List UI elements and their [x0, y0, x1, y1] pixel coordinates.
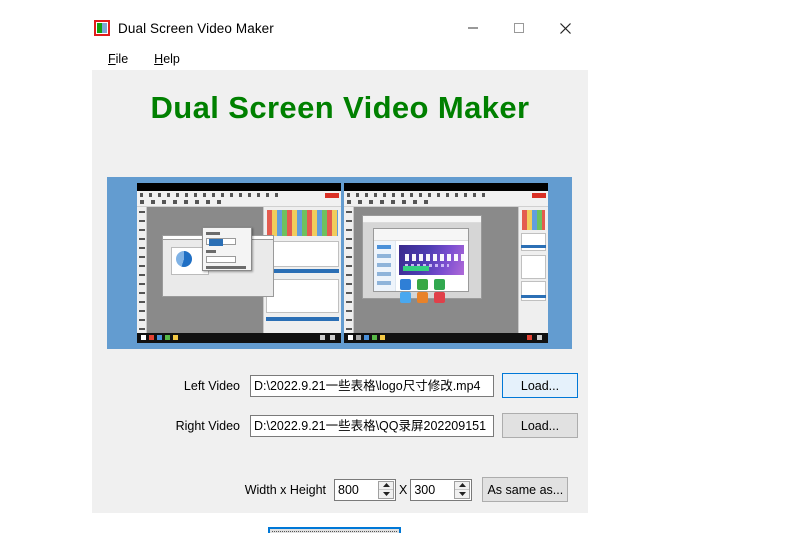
right-video-load-button[interactable]: Load...: [502, 413, 578, 438]
width-increment-icon[interactable]: [379, 482, 393, 490]
left-video-label: Left Video: [183, 378, 240, 393]
menu-item-help[interactable]: Help: [146, 50, 190, 68]
width-stepper[interactable]: 800: [334, 478, 396, 501]
size-row: Width x Height 800 X 300 As same as...: [106, 477, 569, 502]
video-preview-panel: [107, 177, 572, 349]
height-value: 300: [414, 482, 436, 497]
width-value: 800: [338, 482, 359, 497]
title-bar: Dual Screen Video Maker: [92, 8, 588, 48]
minimize-icon: [467, 22, 479, 34]
app-window: Dual Screen Video Maker File Help Dual S…: [92, 8, 588, 533]
width-stepper-arrows[interactable]: [378, 480, 394, 499]
size-separator: X: [399, 482, 408, 497]
menu-item-file[interactable]: File: [100, 50, 138, 68]
close-icon: [559, 22, 572, 35]
size-label: Width x Height: [244, 482, 326, 497]
window-controls: [450, 8, 588, 48]
left-video-preview[interactable]: [137, 183, 341, 343]
as-same-as-button[interactable]: As same as...: [482, 477, 569, 502]
maximize-icon: [513, 22, 525, 34]
maximize-button[interactable]: [496, 8, 542, 48]
make-button[interactable]: Make: [268, 527, 401, 533]
menu-bar: File Help: [92, 48, 588, 70]
page-title: Dual Screen Video Maker: [150, 90, 530, 125]
make-button-wrap: Make: [268, 527, 401, 533]
desktop-background: Dual Screen Video Maker File Help Dual S…: [0, 0, 800, 533]
height-increment-icon[interactable]: [455, 482, 470, 490]
height-decrement-icon[interactable]: [455, 490, 469, 498]
right-video-label: Right Video: [175, 418, 240, 433]
app-logo-icon: [94, 20, 110, 36]
left-video-load-button[interactable]: Load...: [502, 373, 578, 398]
height-stepper-arrows[interactable]: [454, 480, 471, 499]
right-video-row: Right Video D:\2022.9.21一些表格\QQ录屏2022091…: [106, 413, 578, 438]
window-title: Dual Screen Video Maker: [118, 20, 274, 36]
minimize-button[interactable]: [450, 8, 496, 48]
width-decrement-icon[interactable]: [379, 490, 393, 498]
right-video-input[interactable]: D:\2022.9.21一些表格\QQ录屏202209151: [250, 414, 494, 437]
client-area: Dual Screen Video Maker Left Video D:\20…: [92, 70, 588, 533]
left-video-input[interactable]: D:\2022.9.21一些表格\logo尺寸修改.mp4: [250, 374, 494, 397]
close-button[interactable]: [542, 8, 588, 48]
left-video-row: Left Video D:\2022.9.21一些表格\logo尺寸修改.mp4…: [106, 373, 578, 398]
right-video-preview[interactable]: [344, 183, 548, 343]
height-stepper[interactable]: 300: [410, 478, 473, 501]
